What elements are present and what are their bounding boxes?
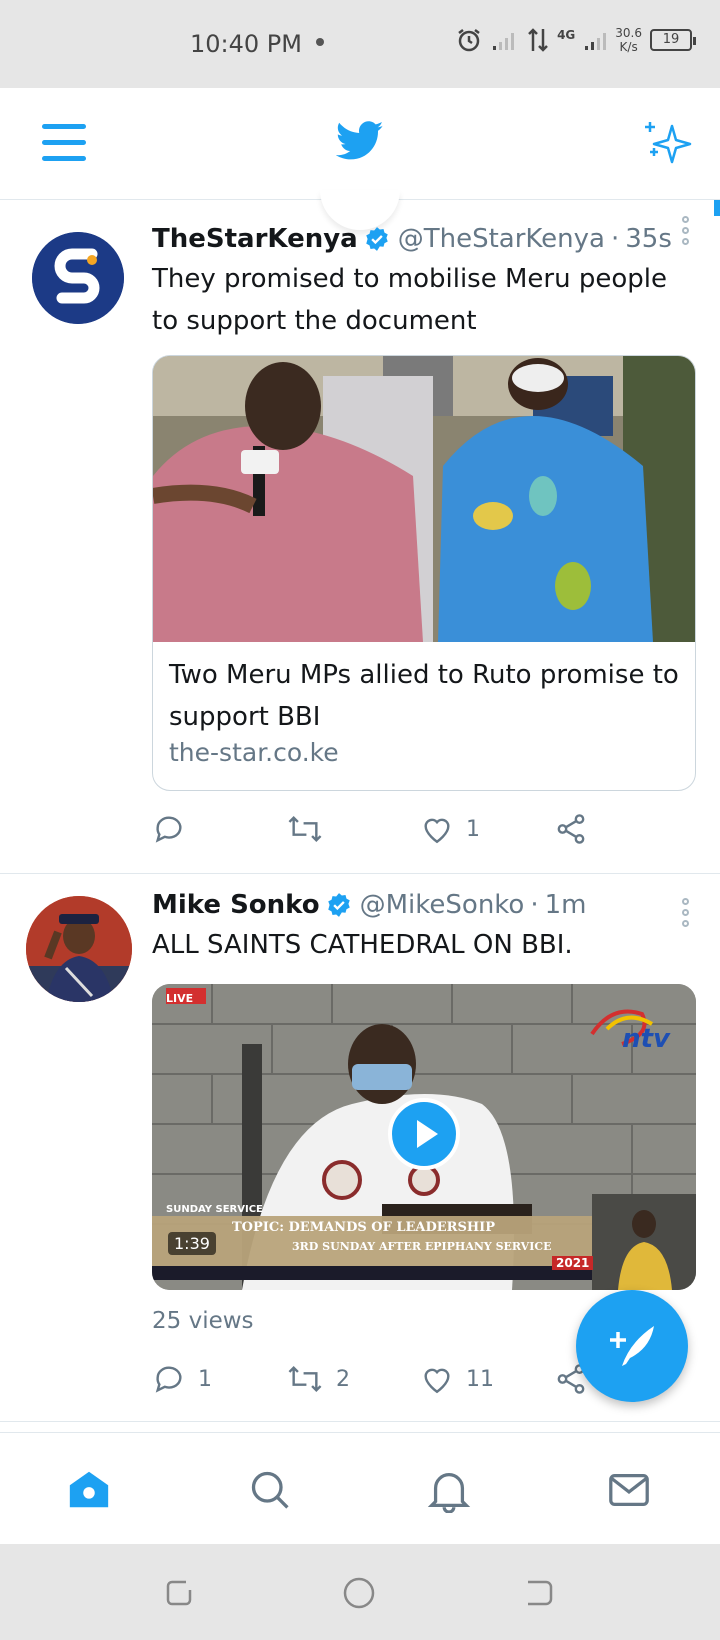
like-button[interactable]: 11 [420, 1362, 494, 1396]
retweet-button[interactable] [286, 812, 336, 846]
like-count: 11 [466, 1366, 494, 1392]
play-icon [417, 1120, 438, 1148]
share-icon [557, 814, 585, 844]
bottom-navigation [0, 1432, 720, 1544]
video-duration: 1:39 [168, 1232, 216, 1255]
reply-button[interactable]: 1 [152, 1362, 212, 1396]
avatar[interactable] [32, 232, 124, 324]
home-system-icon[interactable] [342, 1576, 376, 1610]
network-type: 4G [557, 28, 576, 42]
reply-icon [155, 816, 182, 843]
signal-icon-2 [585, 33, 607, 50]
view-count: 25 views [152, 1308, 254, 1334]
link-card[interactable]: Two Meru MPs allied to Ruto promise to s… [152, 355, 696, 791]
status-bar: 10:40 PM 4G 30.6 K/s 19 [0, 0, 720, 88]
reply-icon [155, 1366, 182, 1393]
top-app-bar [0, 88, 720, 200]
time-separator: · [610, 224, 620, 254]
avatar-image [26, 896, 132, 1002]
battery-icon: 19 [650, 29, 696, 51]
video-service: SUNDAY SERVICE [166, 1204, 263, 1215]
back-icon[interactable] [522, 1576, 556, 1610]
video-player[interactable]: LIVE ntv SUNDAY SERVICE TOPIC: DEMANDS O… [152, 984, 696, 1290]
like-button[interactable]: 1 [420, 812, 480, 846]
card-domain: the-star.co.ke [169, 738, 339, 767]
tweet[interactable]: TheStarKenya @TheStarKenya · 35s They pr… [0, 200, 720, 874]
alarm-icon [458, 29, 480, 52]
avatar[interactable] [26, 896, 132, 1002]
data-arrows-icon [528, 28, 548, 52]
status-time: 10:40 PM [190, 30, 302, 58]
menu-icon[interactable] [42, 124, 86, 164]
retweet-count: 2 [336, 1366, 350, 1392]
twitter-bird-icon [336, 121, 384, 160]
play-button[interactable] [388, 1098, 460, 1170]
card-title: Two Meru MPs allied to Ruto promise to s… [169, 660, 679, 732]
video-topic: TOPIC: DEMANDS OF LEADERSHIP [232, 1220, 495, 1235]
network-speed: 30.6 K/s [615, 26, 642, 54]
video-subtitle: 3RD SUNDAY AFTER EPIPHANY SERVICE [292, 1240, 552, 1253]
tweet-text: They promised to mobilise Meru people to… [152, 264, 667, 336]
like-count: 1 [466, 816, 480, 842]
tweet-text: ALL SAINTS CATHEDRAL ON BBI. [152, 930, 573, 960]
more-icon[interactable] [682, 216, 690, 249]
retweet-icon [288, 815, 322, 843]
like-icon [424, 1368, 450, 1394]
tweet-time: 1m [544, 890, 587, 920]
signal-icon [493, 33, 515, 50]
bell-icon[interactable] [426, 1467, 472, 1513]
video-year: 2021 [552, 1256, 594, 1270]
retweet-icon [288, 1365, 322, 1393]
system-navigation-bar [0, 1544, 720, 1640]
author-handle[interactable]: @MikeSonko [360, 890, 525, 920]
live-tag: LIVE [166, 992, 194, 1005]
reply-button[interactable] [152, 812, 198, 846]
time-separator: · [530, 890, 539, 920]
share-button[interactable] [554, 812, 588, 846]
compose-icon [610, 1326, 654, 1366]
channel-logo: ntv [622, 1024, 670, 1054]
reply-count: 1 [198, 1366, 212, 1392]
compose-tweet-button[interactable] [576, 1290, 688, 1402]
like-icon [424, 818, 450, 844]
tweet-time: 35s [625, 224, 672, 254]
verified-icon [366, 227, 388, 251]
verified-icon [327, 893, 350, 917]
recent-apps-icon[interactable] [162, 1576, 196, 1610]
status-dot [316, 38, 324, 46]
tweet-actions: 1 [152, 812, 652, 852]
status-indicators: 4G 30.6 K/s 19 [455, 26, 696, 54]
mail-icon[interactable] [606, 1467, 652, 1513]
author-handle[interactable]: @TheStarKenya [398, 224, 605, 254]
retweet-button[interactable]: 2 [286, 1362, 350, 1396]
home-icon[interactable] [66, 1467, 112, 1513]
the-star-logo [32, 232, 124, 324]
sparkle-icon[interactable] [642, 118, 692, 168]
search-icon[interactable] [248, 1467, 292, 1513]
author-name[interactable]: Mike Sonko [152, 890, 320, 920]
tweet-header: Mike Sonko @MikeSonko · 1m [152, 890, 586, 920]
card-image [153, 356, 695, 642]
tweet-header: TheStarKenya @TheStarKenya · 35s [152, 224, 672, 254]
author-name[interactable]: TheStarKenya [152, 224, 358, 254]
tweet-actions: 1 2 11 [152, 1362, 652, 1402]
